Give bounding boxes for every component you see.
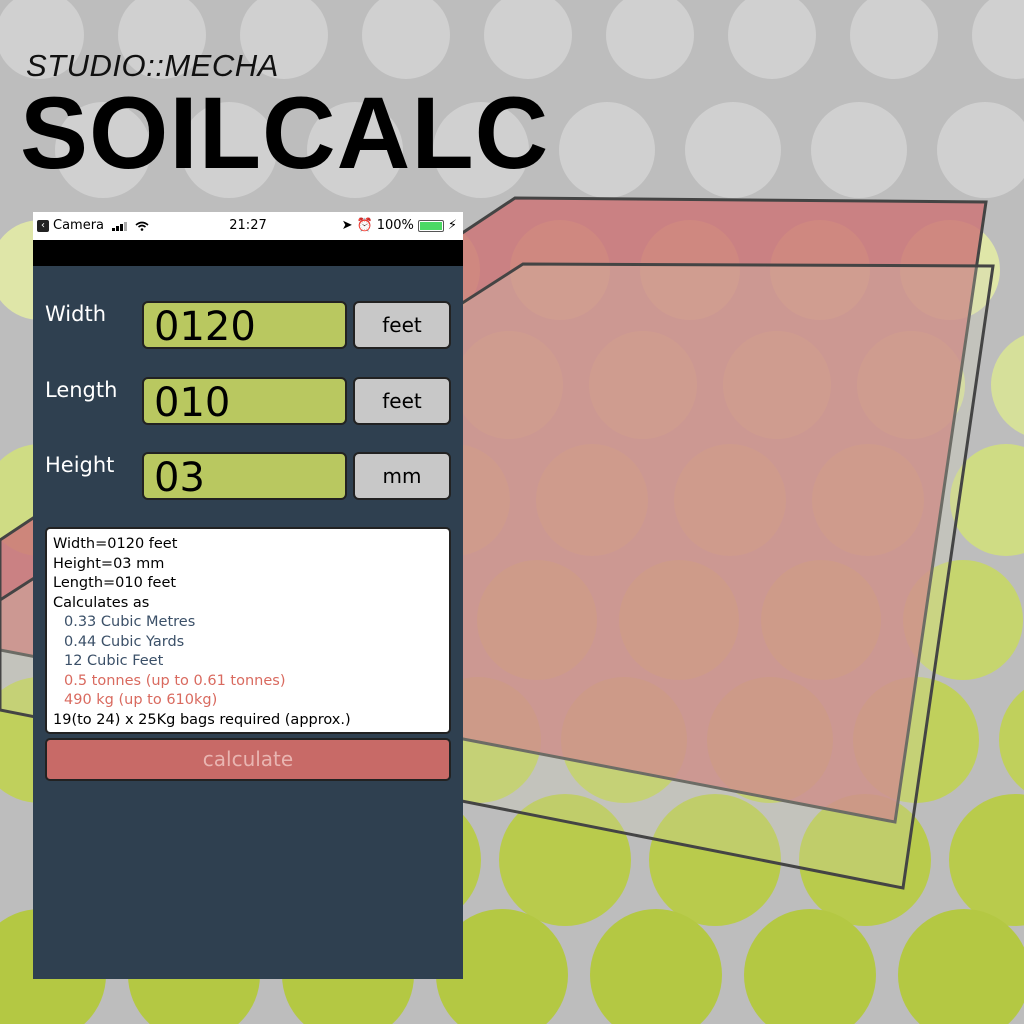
- battery-icon: [417, 219, 444, 232]
- result-bags: 19(to 24) x 25Kg bags required (approx.): [53, 711, 351, 728]
- phone-screen: ‹ Camera 21:27 ➤ ⏰ 100% ⚡ Width 0120 fee…: [33, 212, 463, 979]
- result-tonnes: 0.5 tonnes (up to 0.61 tonnes): [64, 672, 286, 689]
- charging-icon: ⚡: [447, 218, 457, 233]
- result-cubic-feet: 12 Cubic Feet: [64, 653, 164, 669]
- status-bar: ‹ Camera 21:27 ➤ ⏰ 100% ⚡: [33, 212, 463, 240]
- bg-dot: [811, 102, 907, 198]
- nav-bar: [33, 240, 463, 266]
- height-input[interactable]: 03: [142, 452, 347, 500]
- battery-percent: 100%: [376, 218, 414, 233]
- width-input[interactable]: 0120: [142, 301, 347, 349]
- result-cubic-metres: 0.33 Cubic Metres: [64, 614, 196, 630]
- result-kg: 490 kg (up to 610kg): [64, 692, 218, 708]
- length-label: Length: [45, 378, 118, 402]
- height-unit-button[interactable]: mm: [353, 452, 451, 500]
- results-panel: Width=0120 feet Height=03 mm Length=010 …: [45, 527, 451, 734]
- result-header: Calculates as: [53, 594, 150, 611]
- calculate-button[interactable]: calculate: [45, 738, 451, 781]
- length-unit-button[interactable]: feet: [353, 377, 451, 425]
- width-label: Width: [45, 302, 107, 326]
- alarm-icon: ⏰: [356, 218, 373, 233]
- result-height: Height=03 mm: [53, 555, 165, 572]
- bg-dot: [559, 102, 655, 198]
- result-length: Length=010 feet: [53, 575, 177, 591]
- bg-dot: [685, 102, 781, 198]
- width-unit-button[interactable]: feet: [353, 301, 451, 349]
- length-input[interactable]: 010: [142, 377, 347, 425]
- app-title: SOILCALC: [20, 76, 550, 190]
- height-label: Height: [45, 453, 115, 477]
- result-cubic-yards: 0.44 Cubic Yards: [64, 633, 185, 650]
- location-icon: ➤: [341, 218, 353, 233]
- result-width: Width=0120 feet: [53, 536, 178, 552]
